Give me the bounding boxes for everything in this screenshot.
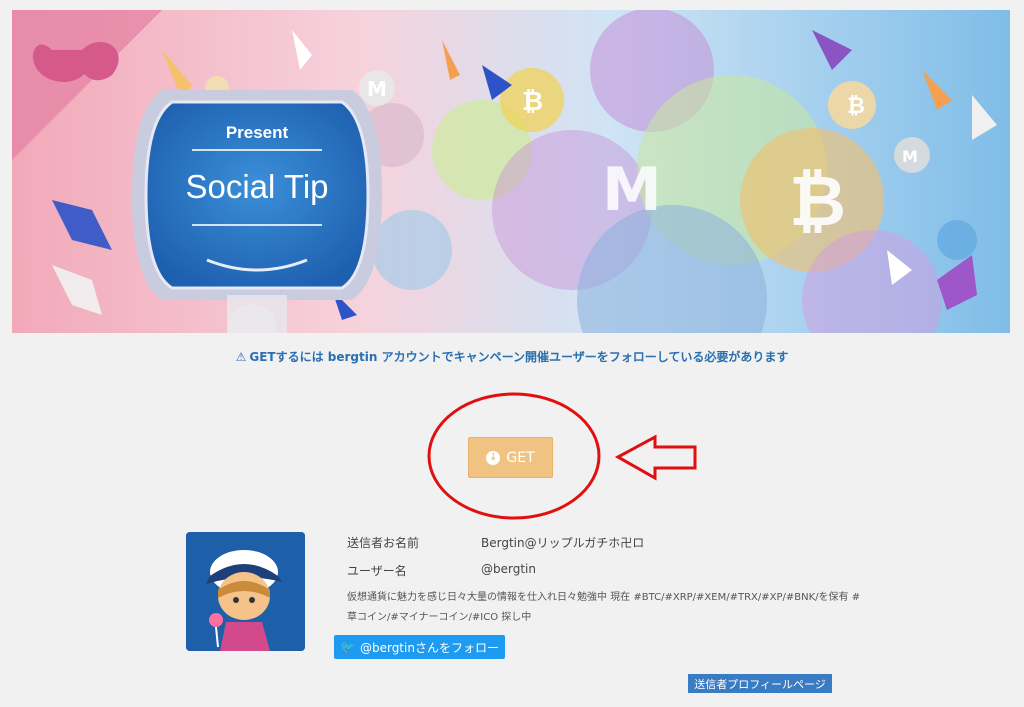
bitcoin-large-icon: ₿: [789, 160, 846, 242]
bitcoin-coin-icon: ₿: [847, 94, 865, 119]
follow-requirement-notice: ⚠ GETするには bergtin アカウントでキャンペーン開催ユーザーをフォロー…: [0, 348, 1024, 365]
banner-title-text: Social Tip: [185, 168, 328, 205]
profile-button-label: 送信者プロフィールページ: [694, 677, 826, 691]
get-button-label: GET: [506, 449, 535, 466]
banner-present-text: Present: [226, 123, 289, 142]
pointer-arrow-icon: [614, 434, 697, 481]
monacoin-tiny-icon: M: [902, 147, 918, 166]
notice-text: GETするには bergtin アカウントでキャンペーン開催ユーザーをフォローし…: [249, 350, 789, 364]
sender-bio: 仮想通貨に魅力を感じ日々大量の情報を仕入れ日々勉強中 現在 #BTC/#XRP/…: [347, 592, 861, 623]
warning-triangle-icon: ⚠: [235, 350, 247, 364]
banner-graphic: ₿ ₿ ₿ M M M Present Social Tip: [12, 10, 1010, 333]
campaign-banner: ₿ ₿ ₿ M M M Present Social Tip: [12, 10, 1010, 333]
monacoin-large-icon: M: [602, 155, 662, 225]
sender-profile-button[interactable]: 送信者プロフィールページ: [688, 674, 832, 693]
username-label: ユーザー名: [347, 564, 407, 578]
monacoin-small-icon: M: [367, 77, 387, 101]
sender-avatar: [186, 532, 305, 651]
sender-name-value: Bergtin@リップルガチホ卍ロ: [481, 536, 645, 550]
username-value: @bergtin: [481, 562, 536, 576]
sender-name-label: 送信者お名前: [347, 536, 420, 550]
twitter-bird-icon: 🐦: [340, 640, 355, 654]
follow-button-label: @bergtinさんをフォロー: [359, 640, 499, 655]
follow-button[interactable]: 🐦 @bergtinさんをフォロー: [334, 635, 505, 659]
download-circle-icon: ↓: [486, 450, 501, 465]
get-button[interactable]: ↓ GET: [468, 437, 553, 478]
bitcoin-small-icon: ₿: [522, 87, 543, 117]
